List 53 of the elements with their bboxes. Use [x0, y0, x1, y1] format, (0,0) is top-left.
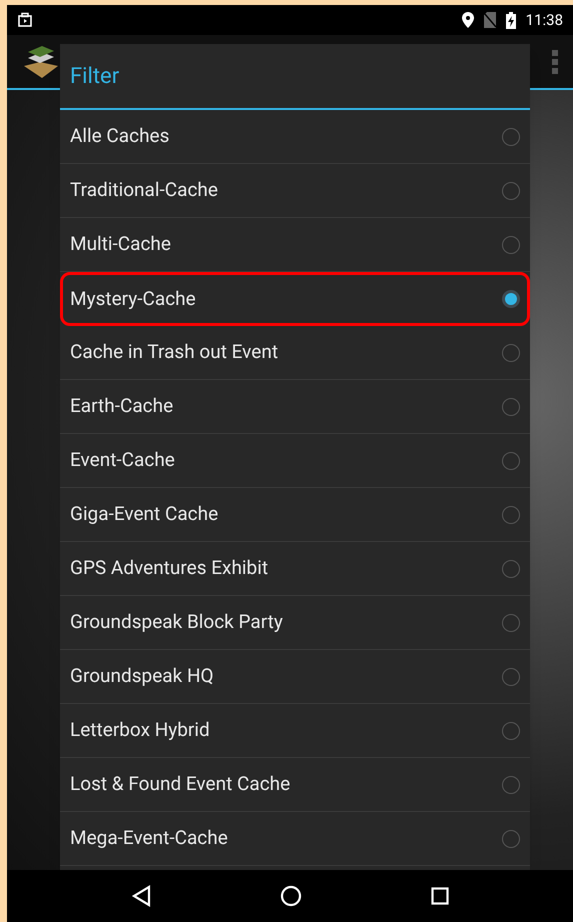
radio-button[interactable]: [502, 128, 520, 146]
home-icon[interactable]: [280, 885, 302, 907]
filter-option[interactable]: Alle Caches: [60, 110, 530, 164]
filter-option[interactable]: Multi-Cache: [60, 218, 530, 272]
option-label: Mega-Event-Cache: [70, 825, 228, 852]
recents-icon[interactable]: [430, 887, 449, 905]
overflow-menu-icon[interactable]: [552, 50, 558, 74]
option-label: Alle Caches: [70, 123, 170, 150]
back-icon[interactable]: [131, 885, 152, 907]
no-sim-icon: [484, 12, 496, 28]
option-label: Traditional-Cache: [70, 177, 218, 204]
radio-button[interactable]: [502, 722, 520, 740]
filter-option[interactable]: Cache in Trash out Event: [60, 326, 530, 380]
option-label: Letterbox Hybrid: [70, 717, 210, 744]
option-label: Event-Cache: [70, 447, 175, 474]
filter-option[interactable]: Traditional-Cache: [60, 164, 530, 218]
filter-option[interactable]: Groundspeak HQ: [60, 650, 530, 704]
radio-button[interactable]: [502, 614, 520, 632]
radio-button[interactable]: [502, 668, 520, 686]
radio-button[interactable]: [502, 830, 520, 848]
radio-button[interactable]: [502, 506, 520, 524]
filter-option[interactable]: Groundspeak Block Party: [60, 596, 530, 650]
option-label: Earth-Cache: [70, 393, 174, 420]
radio-button[interactable]: [502, 236, 520, 254]
clock-time: 11:38: [526, 10, 563, 31]
option-label: Groundspeak HQ: [70, 663, 214, 690]
filter-option[interactable]: Mystery-Cache: [60, 272, 530, 326]
option-label: Mystery-Cache: [70, 286, 196, 312]
filter-option[interactable]: Lost & Found Event Cache: [60, 758, 530, 812]
filter-option[interactable]: GPS Adventures Exhibit: [60, 542, 530, 596]
radio-button[interactable]: [502, 776, 520, 794]
location-pin-icon: [462, 12, 474, 28]
option-label: GPS Adventures Exhibit: [70, 555, 268, 582]
option-label: Groundspeak Block Party: [70, 609, 283, 636]
option-label: Giga-Event Cache: [70, 501, 218, 528]
radio-button[interactable]: [502, 560, 520, 578]
filter-option[interactable]: Mega-Event-Cache: [60, 812, 530, 866]
radio-button[interactable]: [502, 452, 520, 470]
dialog-title: Filter: [70, 62, 120, 90]
radio-button[interactable]: [502, 398, 520, 416]
battery-charging-icon: [506, 12, 516, 28]
filter-option[interactable]: Letterbox Hybrid: [60, 704, 530, 758]
option-label: Lost & Found Event Cache: [70, 771, 290, 798]
filter-option[interactable]: Giga-Event Cache: [60, 488, 530, 542]
radio-button[interactable]: [502, 182, 520, 200]
map-stack-icon[interactable]: [22, 44, 60, 80]
option-label: Cache in Trash out Event: [70, 339, 278, 366]
filter-option[interactable]: Event-Cache: [60, 434, 530, 488]
option-label: Multi-Cache: [70, 231, 171, 258]
radio-button[interactable]: [502, 344, 520, 362]
briefcase-icon: [17, 12, 33, 28]
radio-button[interactable]: [502, 290, 520, 308]
filter-option[interactable]: Earth-Cache: [60, 380, 530, 434]
